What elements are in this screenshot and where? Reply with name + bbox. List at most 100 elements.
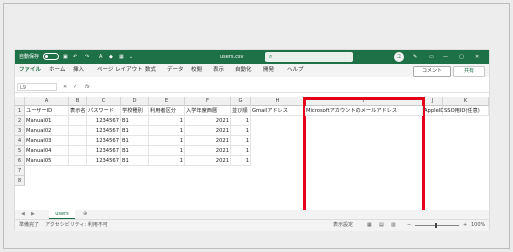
row-header[interactable]: 7 <box>15 166 25 176</box>
table-cell[interactable] <box>69 126 87 136</box>
table-cell[interactable]: Manual02 <box>25 126 69 136</box>
row-header[interactable]: 1 <box>15 106 25 116</box>
tab-home[interactable]: ホーム <box>49 64 65 77</box>
enter-icon[interactable]: ✓ <box>73 82 77 92</box>
table-cell[interactable]: Manual01 <box>25 116 69 126</box>
tab-automate[interactable]: 自動化 <box>235 64 252 77</box>
zoom-slider[interactable] <box>415 225 459 226</box>
comment-button[interactable]: コメント <box>413 66 451 77</box>
autosave-toggle[interactable] <box>43 53 59 60</box>
header-cell[interactable]: パスワード <box>87 106 121 116</box>
column-header[interactable]: C <box>87 97 121 106</box>
column-header[interactable]: A <box>25 97 69 106</box>
table-cell[interactable] <box>69 136 87 146</box>
maximize-button[interactable]: ▢ <box>459 50 464 64</box>
column-header[interactable]: B <box>69 97 87 106</box>
table-cell[interactable]: Manual04 <box>25 146 69 156</box>
prev-sheet-icon[interactable]: ◀ <box>21 210 25 219</box>
table-cell[interactable]: 1234567 <box>87 126 121 136</box>
tab-help[interactable]: ヘルプ <box>287 64 304 77</box>
cancel-icon[interactable]: ✕ <box>63 82 67 92</box>
column-header[interactable]: E <box>149 97 185 106</box>
table-cell[interactable]: 1 <box>231 136 251 146</box>
tab-view[interactable]: 表示 <box>213 64 224 77</box>
table-cell[interactable]: Manual05 <box>25 156 69 166</box>
column-header[interactable]: K <box>443 97 489 106</box>
table-cell[interactable]: 1234567 <box>87 136 121 146</box>
font-color-icon[interactable]: A <box>99 50 102 64</box>
table-cell[interactable]: B1 <box>121 146 149 156</box>
row-header[interactable]: 3 <box>15 126 25 136</box>
page-layout-view-icon[interactable]: ▤ <box>379 220 384 231</box>
column-header[interactable]: F <box>185 97 231 106</box>
save-icon[interactable]: ▣ <box>63 50 68 64</box>
header-cell[interactable]: Microsoftアカウントのメールアドレス <box>305 106 423 116</box>
table-cell[interactable]: 2021 <box>185 156 231 166</box>
borders-icon[interactable]: ▦ <box>119 50 124 64</box>
header-cell[interactable]: SSO用ID(任意) <box>443 106 489 116</box>
row-header[interactable]: 6 <box>15 156 25 166</box>
search-box[interactable]: ⌕ <box>265 52 353 62</box>
share-button[interactable]: 共有 <box>453 66 485 77</box>
table-cell[interactable]: 1 <box>231 116 251 126</box>
tab-page-layout[interactable]: ページ レイアウト <box>97 64 143 77</box>
accessibility-status[interactable]: アクセシビリティ: 利用不可 <box>45 220 108 231</box>
row-header[interactable]: 5 <box>15 146 25 156</box>
table-cell[interactable]: 1234567 <box>87 116 121 126</box>
table-cell[interactable]: 1 <box>231 146 251 156</box>
table-cell[interactable]: 2021 <box>185 126 231 136</box>
table-cell[interactable]: 1 <box>149 116 185 126</box>
header-cell[interactable]: 入学年度西暦 <box>185 106 231 116</box>
row-header[interactable]: 8 <box>15 176 25 186</box>
column-header[interactable]: G <box>231 97 251 106</box>
table-cell[interactable]: 1 <box>149 126 185 136</box>
column-header[interactable]: D <box>121 97 149 106</box>
next-sheet-icon[interactable]: ▶ <box>31 210 35 219</box>
row-header[interactable]: 4 <box>15 136 25 146</box>
header-cell[interactable]: AppleID <box>423 106 444 116</box>
zoom-level[interactable]: 100% <box>471 220 485 231</box>
customize-qat-icon[interactable]: ⌄ <box>129 50 133 64</box>
fx-icon[interactable]: fx <box>85 82 90 92</box>
header-cell[interactable]: 並び順 <box>231 106 251 116</box>
table-cell[interactable]: 1 <box>149 156 185 166</box>
minimize-button[interactable]: — <box>443 50 448 64</box>
tab-data[interactable]: データ <box>167 64 184 77</box>
page-break-view-icon[interactable]: ▥ <box>391 220 396 231</box>
display-settings[interactable]: 表示設定 <box>333 220 353 231</box>
table-cell[interactable]: B1 <box>121 156 149 166</box>
column-header[interactable]: J <box>423 97 443 106</box>
table-cell[interactable]: 1234567 <box>87 146 121 156</box>
table-cell[interactable]: 2021 <box>185 116 231 126</box>
zoom-in-icon[interactable]: + <box>463 220 467 231</box>
pen-icon[interactable]: ✎ <box>413 50 417 64</box>
redo-icon[interactable]: ↷ <box>85 50 89 64</box>
header-cell[interactable]: Gmailアドレス <box>251 106 305 116</box>
normal-view-icon[interactable]: ▦ <box>367 220 372 231</box>
header-cell[interactable]: 表示名 <box>69 106 87 116</box>
table-cell[interactable]: 1 <box>149 136 185 146</box>
ribbon-display-icon[interactable]: ▭ <box>429 50 434 64</box>
undo-icon[interactable]: ↶ <box>73 50 77 64</box>
table-cell[interactable]: 1 <box>231 156 251 166</box>
header-cell[interactable]: 学校種別 <box>121 106 149 116</box>
table-cell[interactable]: 1234567 <box>87 156 121 166</box>
table-cell[interactable]: B1 <box>121 136 149 146</box>
tab-file[interactable]: ファイル <box>19 64 41 77</box>
tab-developer[interactable]: 開発 <box>263 64 274 77</box>
tab-review[interactable]: 校閲 <box>191 64 202 77</box>
table-cell[interactable]: 1 <box>231 126 251 136</box>
table-cell[interactable]: B1 <box>121 116 149 126</box>
table-cell[interactable]: 2021 <box>185 146 231 156</box>
table-cell[interactable]: 2021 <box>185 136 231 146</box>
tab-formulas[interactable]: 数式 <box>145 64 156 77</box>
table-cell[interactable]: 1 <box>149 146 185 156</box>
fill-color-icon[interactable]: ◆ <box>109 50 113 64</box>
select-all-corner[interactable] <box>15 97 25 106</box>
tab-insert[interactable]: 挿入 <box>73 64 84 77</box>
column-header[interactable]: H <box>251 97 305 106</box>
header-cell[interactable]: ユーザーID <box>25 106 69 116</box>
add-sheet-icon[interactable]: ⊕ <box>83 210 87 219</box>
table-cell[interactable] <box>69 146 87 156</box>
name-box[interactable]: L9 <box>17 83 57 91</box>
